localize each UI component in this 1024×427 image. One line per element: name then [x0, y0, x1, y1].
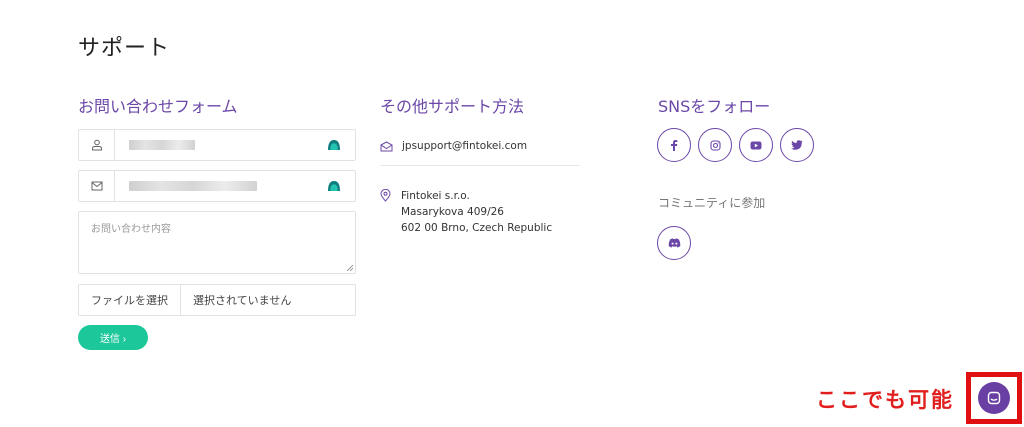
autofill-icon[interactable]: [327, 139, 341, 151]
community-label: コミュニティに参加: [658, 196, 766, 210]
email-value-redacted: [129, 181, 257, 191]
page-title: サポート: [78, 36, 171, 61]
name-value-redacted: [129, 140, 195, 150]
sns-title: SNSをフォロー: [658, 97, 771, 116]
company-address: Fintokei s.r.o. Masarykova 409/26 602 00…: [380, 188, 552, 236]
divider: [380, 165, 580, 166]
highlight-box: [966, 372, 1022, 424]
autofill-icon[interactable]: [327, 180, 341, 192]
social-links: [657, 128, 814, 162]
twitter-link[interactable]: [780, 128, 814, 162]
choose-file-button[interactable]: ファイルを選択: [79, 285, 181, 315]
facebook-link[interactable]: [657, 128, 691, 162]
annotation-text: ここでも可能: [816, 388, 954, 412]
resize-handle-icon[interactable]: [347, 265, 353, 271]
discord-link[interactable]: [657, 226, 691, 260]
address-line-company: Fintokei s.r.o.: [401, 190, 470, 202]
support-email-text[interactable]: jpsupport@fintokei.com: [402, 140, 527, 152]
youtube-link[interactable]: [739, 128, 773, 162]
other-support-title: その他サポート方法: [380, 97, 525, 116]
file-input[interactable]: ファイルを選択 選択されていません: [78, 284, 356, 316]
message-placeholder: お問い合わせ内容: [91, 224, 171, 235]
message-textarea[interactable]: お問い合わせ内容: [78, 211, 356, 274]
twitter-icon: [791, 140, 803, 150]
mail-icon: [79, 171, 115, 201]
file-status-text: 選択されていません: [193, 294, 292, 307]
address-line-street: Masarykova 409/26: [401, 206, 504, 218]
instagram-link[interactable]: [698, 128, 732, 162]
contact-form-title: お問い合わせフォーム: [78, 97, 238, 116]
chat-icon: [987, 391, 1001, 405]
instagram-icon: [709, 139, 721, 151]
support-email[interactable]: jpsupport@fintokei.com: [380, 140, 527, 152]
discord-icon: [668, 238, 680, 248]
address-line-city: 602 00 Brno, Czech Republic: [401, 222, 553, 234]
location-pin-icon: [380, 189, 391, 202]
email-field[interactable]: [78, 170, 356, 202]
facebook-icon: [671, 140, 678, 151]
youtube-icon: [750, 141, 762, 149]
user-icon: [79, 130, 115, 160]
send-button[interactable]: 送信 ›: [78, 325, 148, 350]
name-field[interactable]: [78, 129, 356, 161]
envelope-icon: [380, 140, 393, 151]
chat-launcher-button[interactable]: [978, 382, 1010, 414]
